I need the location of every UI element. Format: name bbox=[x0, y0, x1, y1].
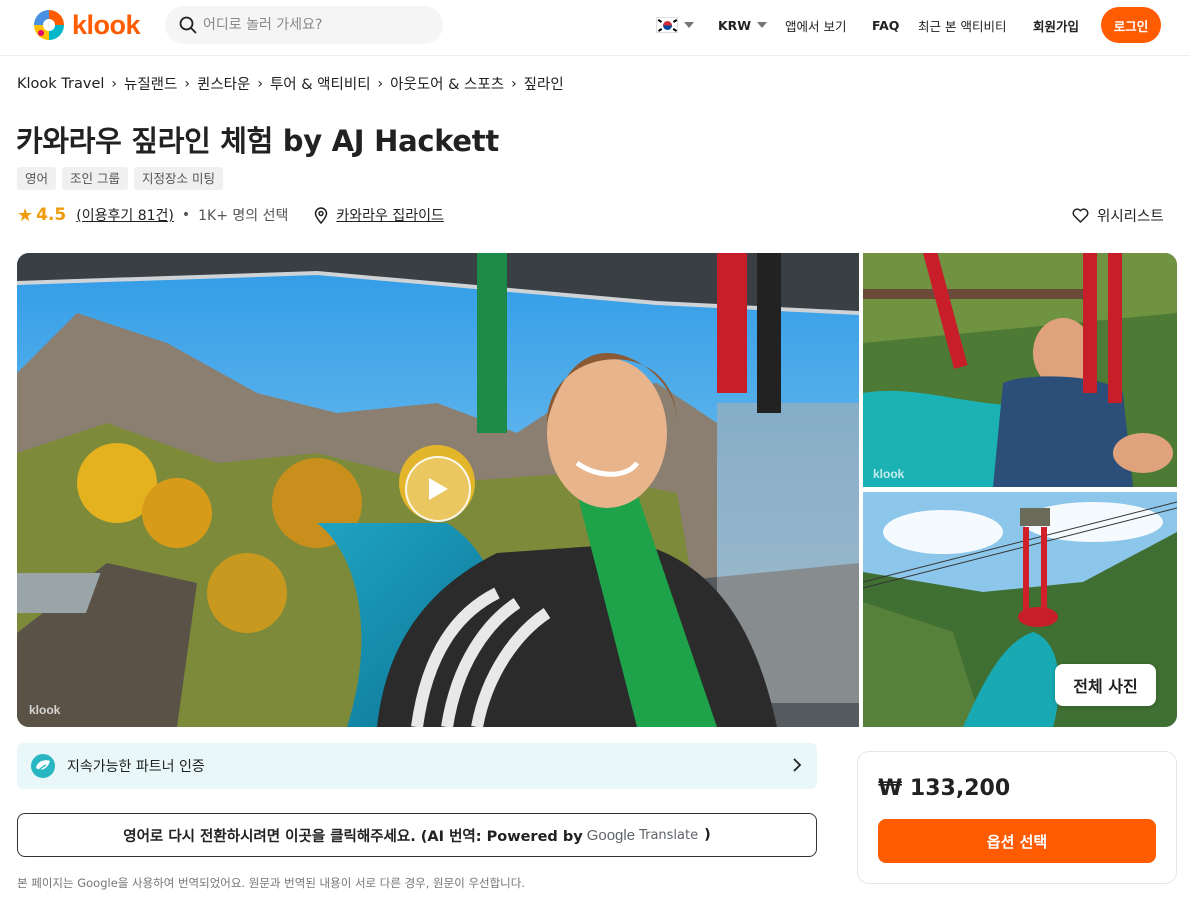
breadcrumb-item[interactable]: 아웃도어 & 스포츠 bbox=[390, 73, 504, 94]
closing-paren: ) bbox=[704, 827, 711, 843]
reviews-link[interactable]: (이용후기 81건) bbox=[76, 205, 174, 225]
currency-selector[interactable]: KRW bbox=[718, 16, 768, 34]
language-selector[interactable] bbox=[656, 16, 694, 34]
tag-group: 조인 그룹 bbox=[62, 167, 128, 190]
top-header: klook KRW 앱에서 보기 FAQ 최근 본 액티비티 회원가입 로그인 bbox=[0, 0, 1190, 56]
faq-label: FAQ bbox=[872, 17, 900, 33]
rating-row: ★ 4.5 (이용후기 81건) • 1K+ 명의 선택 카와라우 집라이드 bbox=[17, 204, 444, 226]
recent-label: 최근 본 액티비티 bbox=[918, 18, 1007, 34]
search-input[interactable] bbox=[203, 17, 423, 33]
wishlist-button[interactable]: 위시리스트 bbox=[1072, 204, 1164, 226]
currency-label: KRW bbox=[718, 17, 752, 33]
breadcrumb-item-current[interactable]: 짚라인 bbox=[524, 73, 564, 94]
google-logo: Google bbox=[586, 826, 636, 844]
star-icon: ★ bbox=[17, 204, 34, 226]
heart-icon bbox=[1072, 207, 1089, 223]
main-activity-photo[interactable]: klook bbox=[17, 253, 859, 727]
rider-closeup-photo bbox=[863, 253, 1177, 487]
korea-flag-icon bbox=[656, 17, 678, 33]
app-download-link[interactable]: 앱에서 보기 bbox=[785, 16, 846, 34]
tag-meeting: 지정장소 미팅 bbox=[134, 167, 223, 190]
chevron-right-icon: › bbox=[257, 75, 263, 92]
breadcrumb-item[interactable]: Klook Travel bbox=[17, 76, 104, 92]
rating-score: 4.5 bbox=[36, 205, 67, 225]
chevron-right-icon: › bbox=[511, 75, 517, 92]
recently-viewed-link[interactable]: 최근 본 액티비티 bbox=[918, 16, 1006, 34]
gallery-photo-2[interactable]: klook bbox=[863, 253, 1177, 487]
klook-logo-icon bbox=[34, 10, 64, 40]
klook-logo[interactable]: klook bbox=[32, 8, 141, 42]
separator-dot: • bbox=[181, 207, 191, 223]
tag-language: 영어 bbox=[17, 167, 57, 190]
search-bar[interactable] bbox=[165, 6, 443, 44]
klook-watermark: klook bbox=[873, 467, 905, 481]
breadcrumb-item[interactable]: 투어 & 액티비티 bbox=[270, 73, 371, 94]
location-label: 카와라우 집라이드 bbox=[336, 208, 444, 224]
booking-card: ₩ 133,200 옵션 선택 bbox=[857, 751, 1177, 884]
price: ₩ 133,200 bbox=[878, 776, 1011, 801]
chevron-right-icon: › bbox=[184, 75, 190, 92]
breadcrumb-item[interactable]: 퀸스타운 bbox=[197, 73, 250, 94]
play-icon bbox=[429, 478, 448, 500]
translation-prompt: 영어로 다시 전환하시려면 이곳을 클릭해주세요. (AI 번역: Powere… bbox=[123, 828, 583, 845]
translation-notice: 본 페이지는 Google을 사용하여 번역되었어요. 원문과 번역된 내용이 … bbox=[17, 876, 526, 890]
chevron-down-icon bbox=[757, 22, 768, 28]
select-option-button[interactable]: 옵션 선택 bbox=[878, 819, 1156, 863]
play-video-button[interactable] bbox=[405, 456, 471, 522]
klook-watermark: klook bbox=[29, 703, 61, 717]
sustainable-partner-banner[interactable]: 지속가능한 파트너 인증 bbox=[17, 743, 817, 789]
chevron-right-icon bbox=[793, 758, 802, 772]
logo-text: klook bbox=[72, 9, 141, 40]
faq-link[interactable]: FAQ bbox=[872, 16, 899, 34]
breadcrumb: Klook Travel › 뉴질랜드 › 퀸스타운 › 투어 & 액티비티 ›… bbox=[17, 73, 564, 94]
app-link-label: 앱에서 보기 bbox=[785, 18, 847, 34]
chevron-right-icon: › bbox=[111, 75, 117, 92]
leaf-badge-icon bbox=[31, 754, 55, 778]
signup-label: 회원가입 bbox=[1033, 18, 1080, 34]
chevron-right-icon: › bbox=[377, 75, 384, 92]
location-pin-icon bbox=[315, 206, 328, 224]
login-button[interactable]: 로그인 bbox=[1101, 7, 1161, 43]
chevron-down-icon bbox=[684, 22, 694, 28]
page-title: 카와라우 짚라인 체험 by AJ Hackett bbox=[16, 124, 499, 158]
partner-label: 지속가능한 파트너 인증 bbox=[67, 759, 205, 775]
signup-link[interactable]: 회원가입 bbox=[1033, 16, 1079, 34]
switch-to-english-button[interactable]: 영어로 다시 전환하시려면 이곳을 클릭해주세요. (AI 번역: Powere… bbox=[17, 813, 817, 857]
view-all-photos-button[interactable]: 전체 사진 bbox=[1055, 664, 1156, 706]
translate-label: Translate bbox=[639, 827, 699, 843]
location-link[interactable]: 카와라우 집라이드 bbox=[314, 205, 444, 225]
wishlist-label: 위시리스트 bbox=[1097, 208, 1164, 225]
breadcrumb-item[interactable]: 뉴질랜드 bbox=[124, 73, 177, 94]
booked-count: 1K+ 명의 선택 bbox=[198, 208, 289, 224]
search-icon bbox=[179, 16, 197, 34]
activity-tags: 영어 조인 그룹 지정장소 미팅 bbox=[17, 167, 223, 190]
